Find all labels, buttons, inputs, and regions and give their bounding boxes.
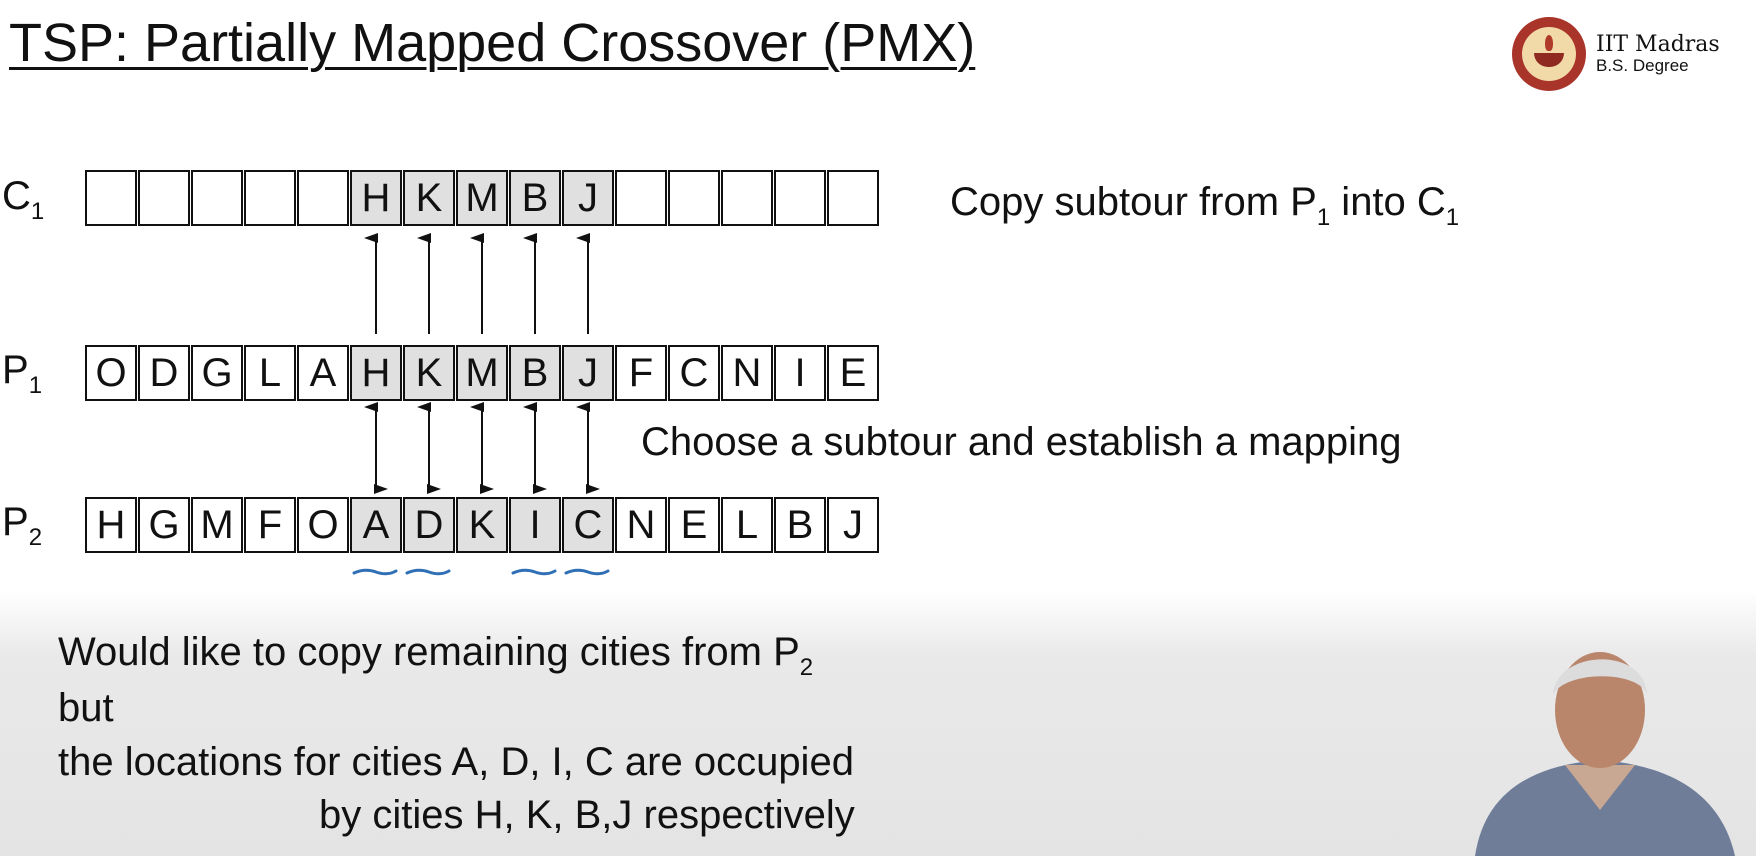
bottom-line-3: the locations for cities A, D, I, C are …: [58, 740, 854, 784]
handwritten-underline: [352, 568, 398, 576]
bottom-line-4: by cities H, K, B,J respectively: [319, 793, 855, 837]
presenter-video: [1475, 652, 1735, 856]
handwritten-underline: [511, 568, 557, 576]
choose-subtour-note: Choose a subtour and establish a mapping: [641, 420, 1402, 464]
bottom-line-1: Would like to copy remaining cities from…: [58, 630, 814, 681]
copy-subtour-note: Copy subtour from P1 into C1: [950, 180, 1460, 231]
mapping-arrows: [352, 233, 610, 576]
handwritten-underline: [405, 568, 451, 576]
handwritten-underline: [564, 568, 610, 576]
bottom-line-2: but: [58, 686, 114, 730]
